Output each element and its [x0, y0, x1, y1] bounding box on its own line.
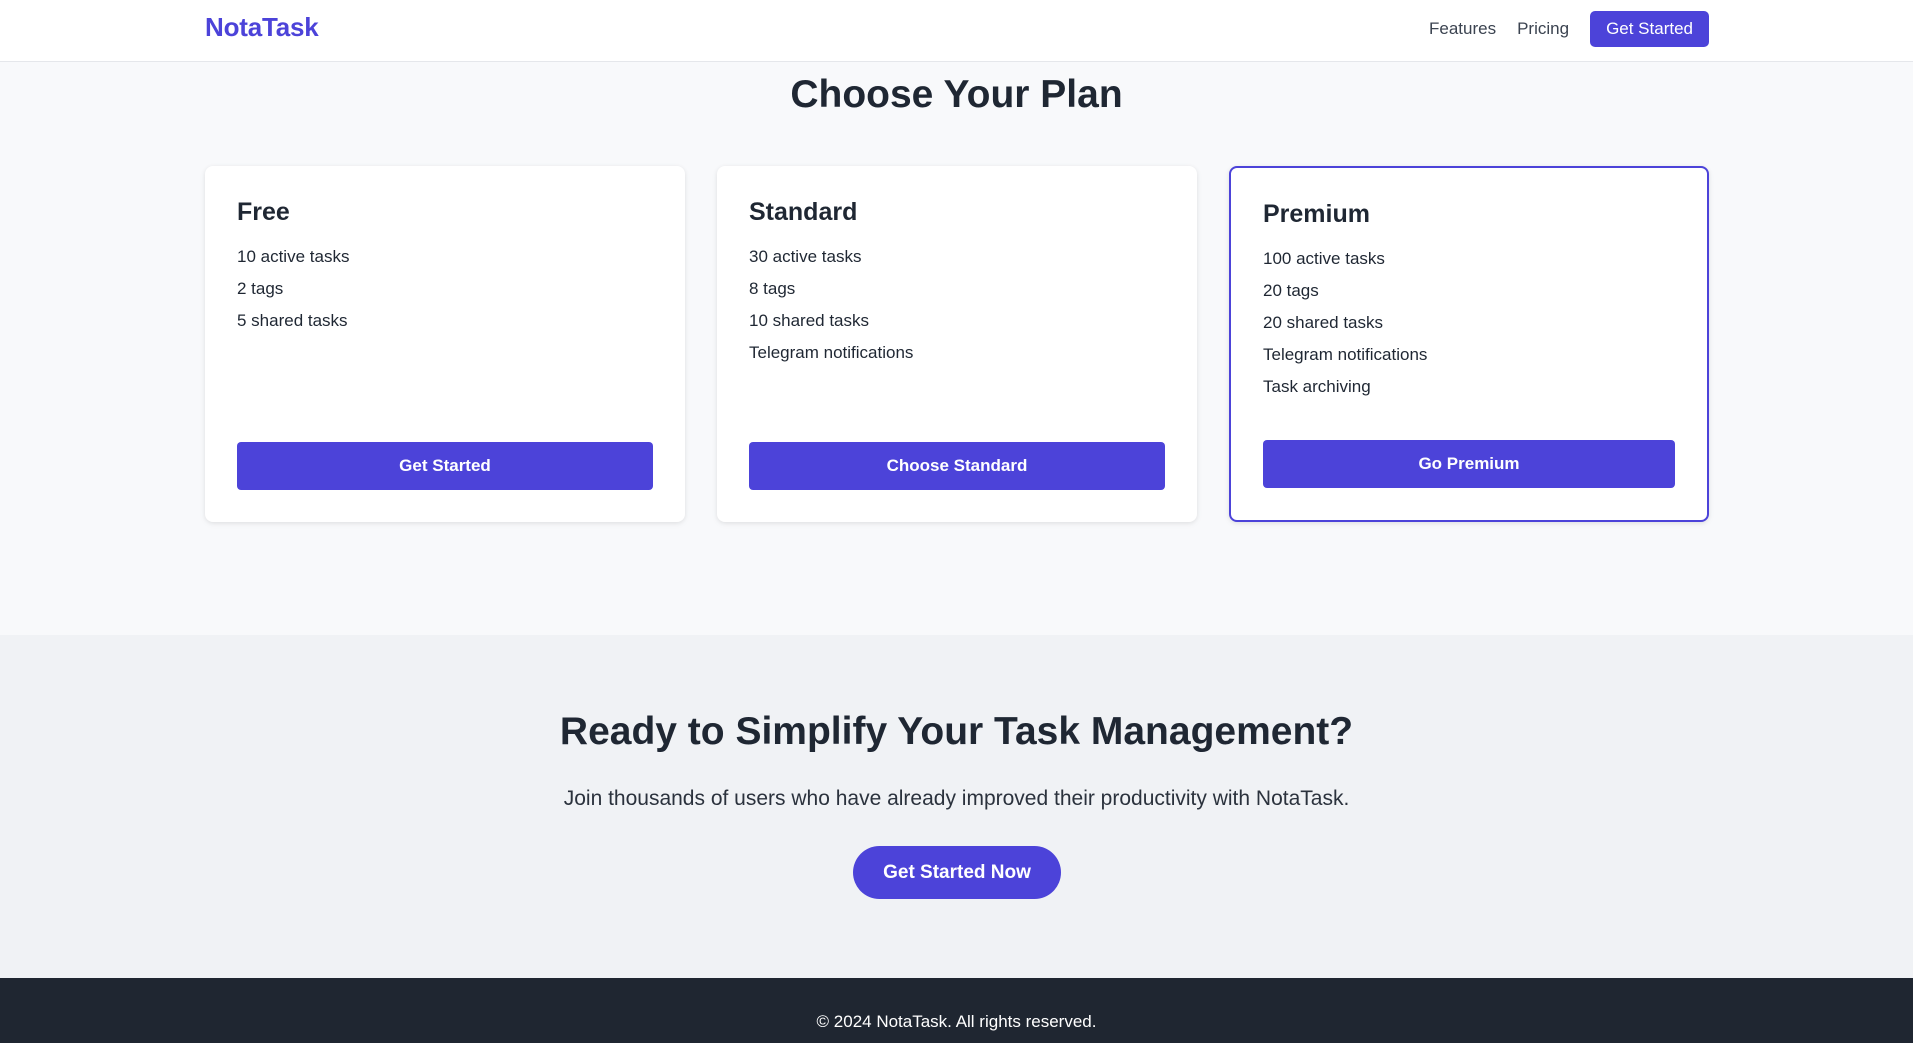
- plan-feature: 20 shared tasks: [1263, 313, 1384, 332]
- copyright-text: © 2024 NotaTask. All rights reserved.: [816, 1012, 1097, 1031]
- plan-name: Premium: [1263, 200, 1370, 228]
- plan-feature: 10 active tasks: [237, 247, 350, 266]
- cta-subtitle: Join thousands of users who have already…: [563, 787, 1350, 810]
- plan-feature: 20 tags: [1263, 281, 1319, 300]
- plan-name: Standard: [749, 198, 858, 226]
- site-header: NotaTask Features Pricing Get Started: [0, 0, 1913, 62]
- plan-card-premium: Premium 100 active tasks 20 tags 20 shar…: [1229, 166, 1709, 522]
- nav-get-started-button[interactable]: Get Started: [1590, 11, 1709, 47]
- nav-link-features[interactable]: Features: [1429, 19, 1496, 39]
- top-nav: Features Pricing Get Started: [1429, 11, 1709, 47]
- plan-feature: 30 active tasks: [749, 247, 862, 266]
- get-started-now-button[interactable]: Get Started Now: [853, 846, 1061, 899]
- site-footer: © 2024 NotaTask. All rights reserved.: [0, 978, 1913, 1043]
- free-get-started-button[interactable]: Get Started: [237, 442, 653, 490]
- plan-feature: 8 tags: [749, 279, 796, 298]
- choose-standard-button[interactable]: Choose Standard: [749, 442, 1165, 490]
- plan-feature: 10 shared tasks: [749, 311, 870, 330]
- cta-section: Ready to Simplify Your Task Management? …: [0, 635, 1913, 979]
- cta-title: Ready to Simplify Your Task Management?: [559, 710, 1354, 753]
- plan-feature: Telegram notifications: [1263, 345, 1428, 364]
- plan-feature: 100 active tasks: [1263, 249, 1385, 268]
- plan-feature: Telegram notifications: [749, 343, 914, 362]
- pricing-title: Choose Your Plan: [790, 73, 1123, 116]
- logo[interactable]: NotaTask: [205, 12, 319, 43]
- plan-feature: 5 shared tasks: [237, 311, 348, 330]
- plan-card-standard: Standard 30 active tasks 8 tags 10 share…: [717, 166, 1197, 522]
- plan-card-free: Free 10 active tasks 2 tags 5 shared tas…: [205, 166, 685, 522]
- plan-feature: Task archiving: [1263, 377, 1371, 396]
- plan-name: Free: [237, 198, 290, 226]
- go-premium-button[interactable]: Go Premium: [1263, 440, 1675, 488]
- plan-feature: 2 tags: [237, 279, 284, 298]
- nav-link-pricing[interactable]: Pricing: [1517, 19, 1569, 39]
